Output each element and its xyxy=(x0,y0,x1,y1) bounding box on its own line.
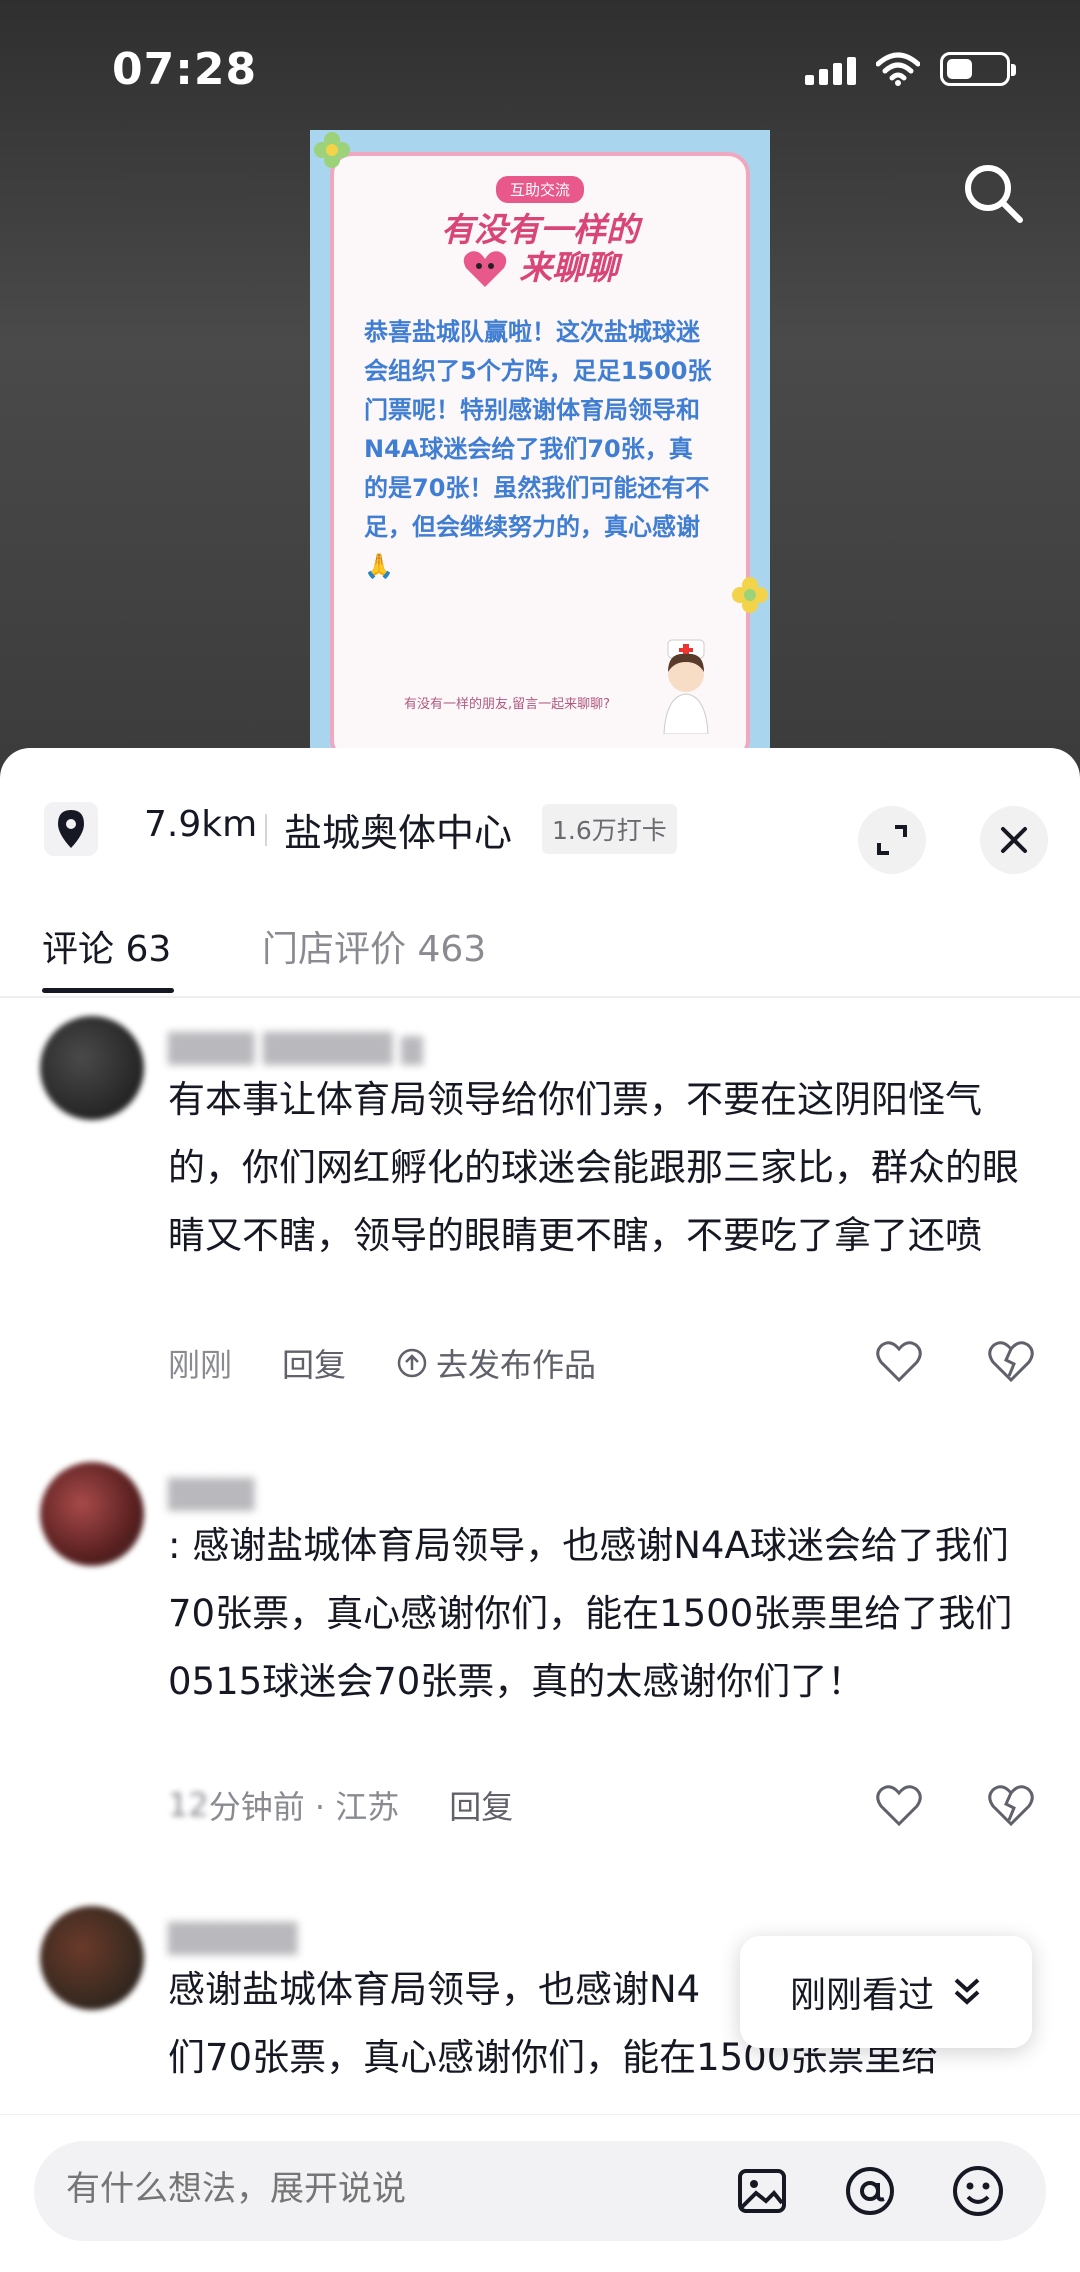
poster-title-line1: 有没有一样的 xyxy=(441,210,639,249)
tab-store-reviews[interactable]: 门店评价 463 xyxy=(262,920,486,972)
emoji-icon[interactable] xyxy=(950,2163,1006,2219)
expand-icon xyxy=(877,825,907,855)
broken-heart-icon[interactable] xyxy=(986,1336,1036,1386)
comment-text: 有本事让体育局领导给你们票，不要在这阴阳怪气的，你们网红孵化的球迷会能跟那三家比… xyxy=(168,1078,1019,1257)
comment-text: 感谢盐城体育局领导，也感谢N4 xyxy=(168,1968,701,2011)
publish-label: 去发布作品 xyxy=(436,1346,597,1384)
comment-time: 刚刚 xyxy=(168,1346,233,1384)
expand-button[interactable] xyxy=(858,806,926,874)
heart-icon[interactable] xyxy=(874,1336,924,1386)
comment-meta: 12 分钟前 · 江苏 回复 xyxy=(168,1782,563,1828)
comment-input-container[interactable] xyxy=(34,2141,1046,2241)
tab-bar: 评论 63 门店评价 463 xyxy=(0,898,1080,998)
poster-card: 互助交流 有没有一样的 来聊聊 恭喜盐城队赢啦！这次盐城球迷会组织了5个方阵，足… xyxy=(330,152,750,760)
recently-viewed-button[interactable]: 刚刚看过 xyxy=(740,1936,1032,2048)
poster-body: 恭喜盐城队赢啦！这次盐城球迷会组织了5个方阵，足足1500张门票呢！特别感谢体育… xyxy=(364,318,712,580)
image-icon[interactable] xyxy=(734,2163,790,2219)
status-icons xyxy=(805,52,1016,86)
at-icon[interactable] xyxy=(842,2163,898,2219)
publish-button[interactable]: 去发布作品 xyxy=(396,1340,596,1386)
avatar[interactable] xyxy=(40,1016,144,1120)
heart-character-icon xyxy=(463,251,506,288)
poster-title-line2: 来聊聊 xyxy=(519,247,619,287)
flower-decoration-icon xyxy=(732,577,768,613)
publish-icon xyxy=(397,1348,427,1378)
username-blurred[interactable]: ████ xyxy=(168,1478,254,1511)
nurse-illustration-icon xyxy=(663,639,709,734)
comment-input-bar xyxy=(0,2114,1080,2272)
location-pin-icon xyxy=(44,802,98,856)
close-button[interactable] xyxy=(980,806,1048,874)
location-distance: 7.9km xyxy=(144,804,258,845)
video-area[interactable]: 07:28 互助交流 有没有一样的 来聊聊 恭喜盐城队赢啦！这次盐城球迷会组织了… xyxy=(0,0,1080,760)
comment-time: 分钟前 · 江苏 xyxy=(208,1788,400,1826)
comment-meta: 刚刚 回复 去发布作品 xyxy=(168,1340,646,1386)
reply-button[interactable]: 回复 xyxy=(282,1340,346,1386)
signal-icon xyxy=(805,53,856,85)
avatar[interactable] xyxy=(40,1906,144,2010)
flower-decoration-icon xyxy=(314,132,350,168)
poster-footer: 有没有一样的朋友,留言一起来聊聊? xyxy=(404,697,611,712)
broken-heart-icon[interactable] xyxy=(986,1780,1036,1830)
search-icon[interactable] xyxy=(958,158,1028,228)
comment-time-blurred: 12 xyxy=(168,1786,209,1824)
avatar[interactable] xyxy=(40,1462,144,1566)
poster-tag: 互助交流 xyxy=(495,176,584,203)
chevron-down-icon xyxy=(954,1978,980,2005)
battery-icon xyxy=(940,52,1016,86)
poster-image: 互助交流 有没有一样的 来聊聊 恭喜盐城队赢啦！这次盐城球迷会组织了5个方阵，足… xyxy=(310,130,770,760)
divider xyxy=(265,814,267,846)
recently-viewed-label: 刚刚看过 xyxy=(789,1975,934,2016)
reply-button[interactable]: 回复 xyxy=(449,1782,513,1828)
heart-icon[interactable] xyxy=(874,1780,924,1830)
checkin-count-badge: 1.6万打卡 xyxy=(542,804,677,854)
username-blurred[interactable]: ██████ xyxy=(168,1922,297,1955)
tab-comments[interactable]: 评论 63 xyxy=(42,920,171,972)
poster-title: 有没有一样的 来聊聊 xyxy=(356,211,724,289)
comment-text: : 感谢盐城体育局领导，也感谢N4A球迷会给了我们70张票，真心感谢你们，能在1… xyxy=(168,1524,1013,1703)
comment-sheet: 7.9km 盐城奥体中心 1.6万打卡 评论 63 门店评价 463 ████ … xyxy=(0,748,1080,2272)
tab-active-indicator xyxy=(42,988,174,993)
location-name[interactable]: 盐城奥体中心 xyxy=(284,802,512,857)
wifi-icon xyxy=(876,52,920,86)
comment-input[interactable] xyxy=(66,2169,666,2209)
status-time: 07:28 xyxy=(112,44,258,95)
close-icon xyxy=(1001,827,1027,853)
username-blurred[interactable]: ████ ██████ ▇ xyxy=(168,1032,423,1065)
